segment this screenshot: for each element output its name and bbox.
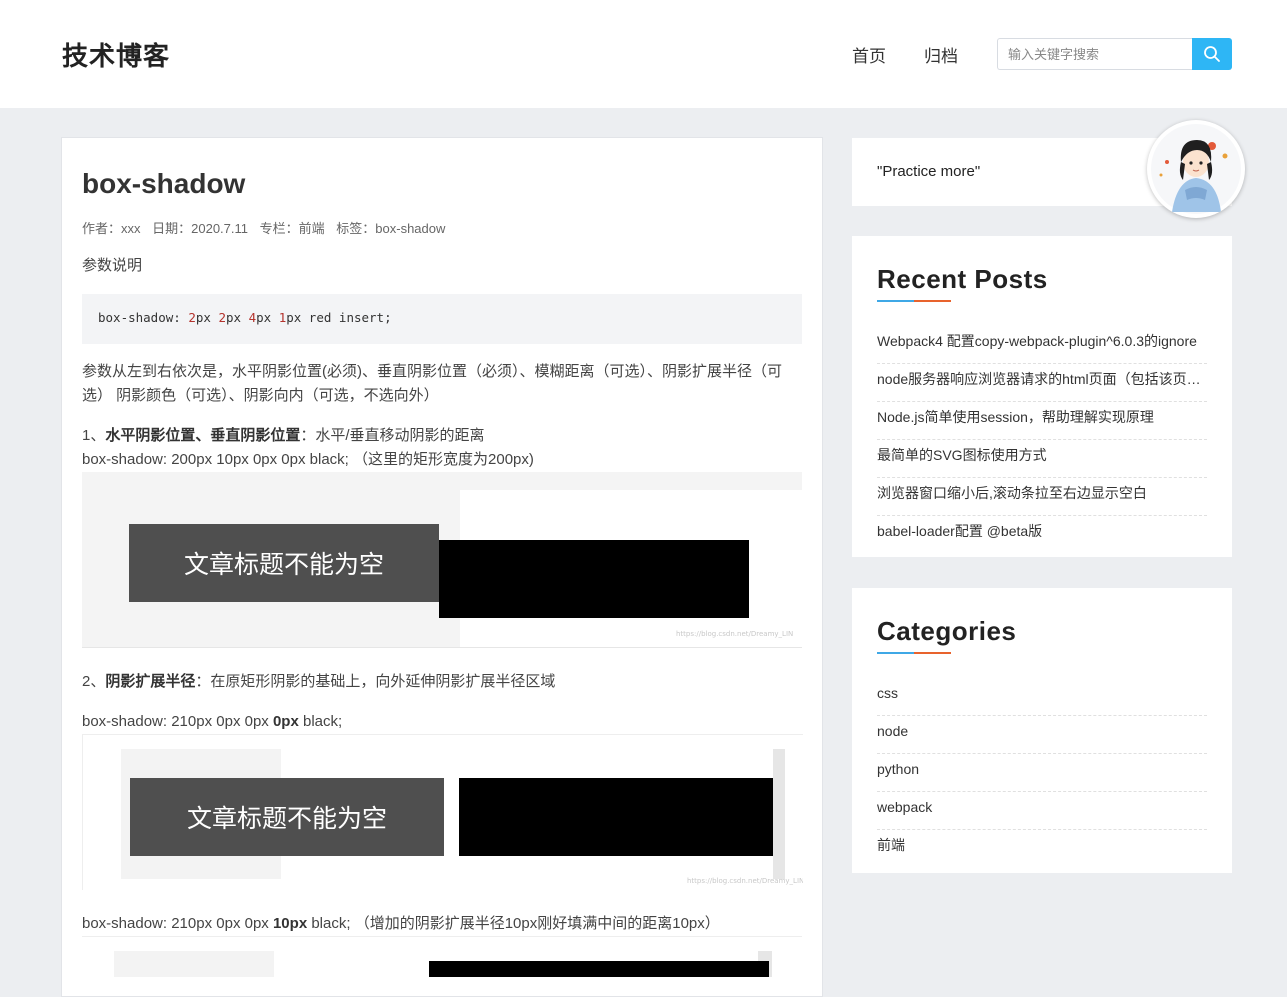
- nav-archive-link[interactable]: 归档: [924, 42, 958, 67]
- article-title: box-shadow: [82, 168, 246, 199]
- demo-title-box: 文章标题不能为空: [130, 778, 444, 856]
- intro-text: 参数说明: [82, 257, 143, 274]
- demo-image-2: 文章标题不能为空 https://blog.csdn.net/Dreamy_LI…: [82, 734, 803, 890]
- section2-example-a: box-shadow: 210px 0px 0px 0px black;: [82, 713, 343, 730]
- category-item[interactable]: node: [877, 716, 1207, 754]
- search-input[interactable]: [997, 38, 1193, 70]
- heading-underline: [877, 652, 951, 654]
- avatar[interactable]: [1147, 120, 1245, 218]
- site-header: 技术博客 首页 归档: [0, 0, 1287, 108]
- category-item[interactable]: 前端: [877, 830, 1207, 867]
- category-item[interactable]: css: [877, 678, 1207, 716]
- section2-heading: 2、阴影扩展半径：在原矩形阴影的基础上，向外延伸阴影扩展半径区域: [82, 673, 556, 690]
- recent-post-item[interactable]: 最简单的SVG图标使用方式: [877, 440, 1207, 478]
- recent-post-item[interactable]: babel-loader配置 @beta版: [877, 516, 1207, 553]
- category-item[interactable]: webpack: [877, 792, 1207, 830]
- demo-title-box: 文章标题不能为空: [129, 524, 439, 602]
- article-meta: 作者：xxx 日期：2020.7.11 专栏：前端 标签：box-shadow: [82, 218, 453, 237]
- recent-post-item[interactable]: node服务器响应浏览器请求的html页面（包括该页面...: [877, 364, 1207, 402]
- section1-example: box-shadow: 200px 10px 0px 0px black; （这…: [82, 451, 534, 468]
- search-box: [997, 38, 1232, 70]
- categories-card: Categories css node python webpack 前端: [852, 588, 1232, 873]
- recent-posts-card: Recent Posts Webpack4 配置copy-webpack-plu…: [852, 236, 1232, 557]
- heading-underline: [877, 300, 951, 302]
- nav-home-link[interactable]: 首页: [852, 42, 886, 67]
- shadow-rect: [429, 961, 769, 977]
- shadow-rect: [459, 778, 773, 856]
- recent-post-item[interactable]: Webpack4 配置copy-webpack-plugin^6.0.3的ign…: [877, 326, 1207, 364]
- params-description: 参数从左到右依次是，水平阴影位置(必须)、垂直阴影位置（必须）、模糊距离（可选）…: [82, 363, 782, 404]
- meta-date: 日期：2020.7.11: [152, 221, 249, 236]
- section1-heading: 1、水平阴影位置、垂直阴影位置：水平/垂直移动阴影的距离: [82, 427, 485, 444]
- avatar-illustration: [1151, 124, 1241, 214]
- site-title[interactable]: 技术博客: [62, 36, 170, 73]
- search-icon: [1204, 46, 1220, 62]
- meta-author: 作者：xxx: [82, 221, 141, 236]
- watermark: https://blog.csdn.net/Dreamy_LIN: [687, 877, 803, 885]
- categories-heading: Categories: [877, 616, 1017, 646]
- search-button[interactable]: [1192, 38, 1232, 70]
- code-block: box-shadow: 2px 2px 4px 1px red insert;: [82, 294, 802, 344]
- motto-text: "Practice more": [877, 163, 981, 180]
- category-item[interactable]: python: [877, 754, 1207, 792]
- recent-post-item[interactable]: 浏览器窗口缩小后,滚动条拉至右边显示空白: [877, 478, 1207, 516]
- meta-tags[interactable]: 标签：box-shadow: [336, 221, 445, 236]
- shadow-rect: [439, 540, 749, 618]
- recent-posts-heading: Recent Posts: [877, 264, 1048, 294]
- recent-posts-list: Webpack4 配置copy-webpack-plugin^6.0.3的ign…: [877, 326, 1207, 553]
- demo-image-3: [82, 936, 802, 977]
- article-card: box-shadow 作者：xxx 日期：2020.7.11 专栏：前端 标签：…: [61, 137, 823, 997]
- categories-list: css node python webpack 前端: [877, 678, 1207, 867]
- section2-example-b: box-shadow: 210px 0px 0px 10px black; （增…: [82, 915, 720, 932]
- demo-image-1: 文章标题不能为空 https://blog.csdn.net/Dreamy_LI…: [82, 472, 802, 648]
- recent-post-item[interactable]: Node.js简单使用session，帮助理解实现原理: [877, 402, 1207, 440]
- meta-column[interactable]: 专栏：前端: [260, 221, 325, 236]
- watermark: https://blog.csdn.net/Dreamy_LIN: [676, 630, 794, 638]
